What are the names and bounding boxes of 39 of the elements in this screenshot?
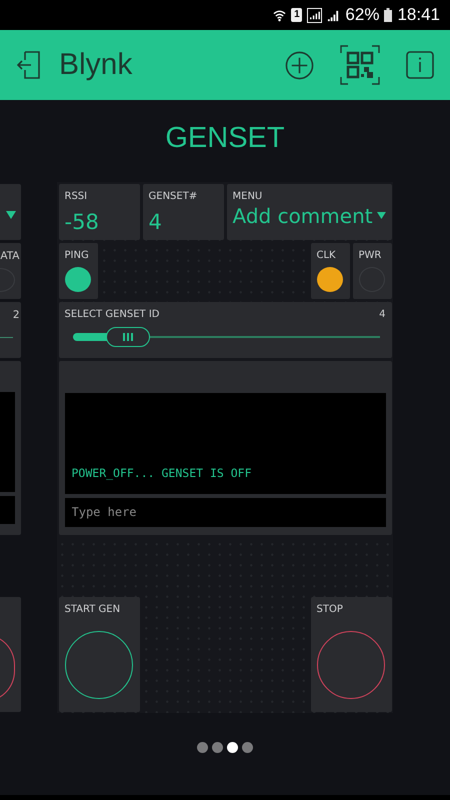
widget-label: STOP: [316, 604, 344, 614]
widget-label: PWR: [358, 250, 382, 260]
page-indicator-dot[interactable]: [197, 742, 208, 753]
signal-icon: [327, 8, 340, 22]
page-indicator-dot[interactable]: [227, 742, 238, 753]
widget-label: PING: [64, 250, 90, 260]
qr-code-icon[interactable]: [340, 45, 380, 85]
value-display: 4: [148, 210, 163, 234]
signal-icon: [307, 8, 322, 22]
battery-icon: [384, 8, 392, 22]
page-indicator-dot[interactable]: [242, 742, 253, 753]
slider-reading: 4: [379, 308, 386, 320]
wifi-icon: [273, 8, 286, 22]
battery-percent: 62%: [345, 5, 380, 25]
push-button[interactable]: [65, 630, 133, 698]
logout-icon[interactable]: [17, 51, 41, 79]
widget-label: GENSET#: [148, 190, 198, 202]
dropdown-caret-icon: [376, 211, 386, 220]
info-icon[interactable]: [406, 51, 434, 79]
terminal-input[interactable]: Type here: [64, 498, 386, 526]
slider-thumb[interactable]: [106, 326, 150, 346]
slider-reading: 2: [12, 308, 20, 320]
widget-label: ATA: [0, 250, 20, 262]
widget-label: SELECT GENSET ID: [64, 308, 160, 320]
widget-label: MENU: [232, 190, 264, 202]
add-icon[interactable]: [285, 50, 314, 80]
app-title: Blynk: [59, 48, 132, 82]
menu-dropdown[interactable]: Add comment: [232, 204, 386, 228]
widget-label: RSSI: [64, 190, 88, 202]
push-button[interactable]: [317, 630, 385, 698]
sim-card-icon: 1: [291, 8, 302, 22]
widget-label: START GEN: [64, 604, 122, 614]
terminal-line: POWER_OFF... GENSET IS OFF: [72, 466, 252, 480]
value-display: -58: [64, 210, 100, 234]
page-indicator-dot[interactable]: [212, 742, 223, 753]
widget-label: CLK: [316, 250, 337, 260]
dashboard-title: GENSET: [164, 121, 286, 156]
clock: 18:41: [397, 5, 440, 25]
dropdown-caret-icon: [6, 210, 16, 218]
